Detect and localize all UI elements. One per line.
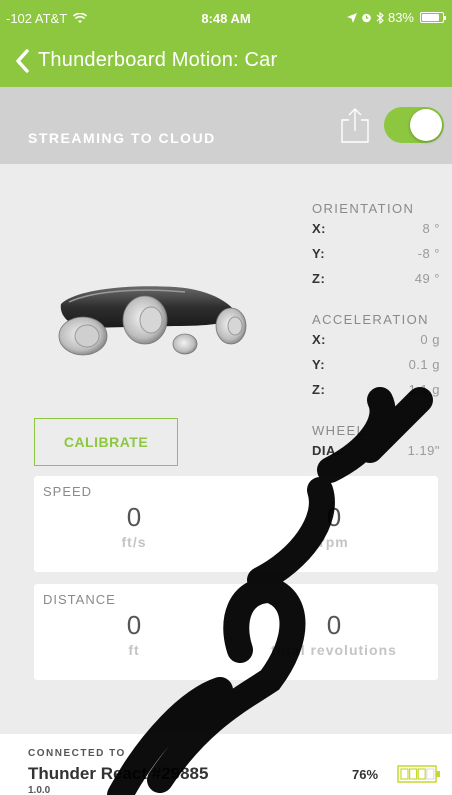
status-right: 83% [346, 10, 446, 25]
device-battery-percent: 76% [352, 767, 379, 782]
acceleration-x-value: 0 g [420, 332, 440, 347]
distance-card: DISTANCE 0 ft 0 total revolutions [34, 584, 438, 680]
orientation-y-row: Y: -8 ° [312, 241, 440, 266]
speed-primary: 0 ft/s [34, 502, 234, 550]
chevron-left-icon[interactable] [12, 47, 32, 75]
acceleration-x-row: X: 0 g [312, 327, 440, 352]
calibrate-button[interactable]: CALIBRATE [34, 418, 178, 466]
speed-value: 0 [126, 502, 142, 532]
acceleration-x-label: X: [312, 332, 326, 347]
distance-value: 0 [126, 610, 142, 640]
battery-cell [409, 768, 418, 780]
car-3d-model [58, 286, 247, 356]
orientation-heading: ORIENTATION [312, 201, 415, 216]
distance-unit: ft [128, 642, 140, 658]
acceleration-y-value: 0.1 g [408, 357, 440, 372]
orientation-y-value: -8 ° [417, 246, 440, 261]
orientation-z-row: Z: 49 ° [312, 266, 440, 291]
rpm-unit: rpm [319, 534, 349, 550]
connection-footer: CONNECTED TO Thunder React #29885 1.0.0 … [0, 734, 452, 795]
nav-bar: Thunderboard Motion: Car [0, 34, 452, 87]
page-title[interactable]: Thunderboard Motion: Car [38, 49, 277, 72]
rpm-value: 0 [326, 502, 342, 532]
revolutions-secondary: 0 total revolutions [234, 610, 434, 658]
alarm-icon [362, 13, 371, 23]
wheel-dia-label: DIA.: [312, 443, 345, 458]
share-icon[interactable] [340, 105, 370, 145]
revolutions-value: 0 [326, 610, 342, 640]
acceleration-z-value: 1.1 g [408, 382, 440, 397]
acceleration-heading: ACCELERATION [312, 312, 429, 327]
orientation-z-value: 49 ° [414, 271, 440, 286]
main-content: ORIENTATION X: 8 ° Y: -8 ° Z: 49 ° ACCEL… [0, 164, 452, 734]
speed-title: SPEED [43, 484, 93, 499]
orientation-x-row: X: 8 ° [312, 216, 440, 241]
battery-icon [420, 12, 446, 23]
rpm-secondary: 0 rpm [234, 502, 434, 550]
wheel-dia-row: DIA.: 1.19" [312, 438, 440, 463]
acceleration-z-label: Z: [312, 382, 326, 397]
status-bar: -102 AT&T 8:48 AM 83% [0, 0, 452, 34]
bluetooth-icon [376, 11, 384, 24]
acceleration-y-label: Y: [312, 357, 326, 372]
revolutions-unit: total revolutions [271, 642, 397, 658]
orientation-x-value: 8 ° [422, 221, 440, 236]
battery-percent-status: 83% [387, 10, 414, 25]
streaming-label: STREAMING TO CLOUD [28, 130, 216, 146]
speed-card: SPEED 0 ft/s 0 rpm [34, 476, 438, 572]
connected-label: CONNECTED TO [28, 748, 126, 759]
distance-title: DISTANCE [43, 592, 116, 607]
battery-cell [426, 768, 435, 780]
toggle-knob[interactable] [410, 109, 442, 141]
orientation-x-label: X: [312, 221, 326, 236]
streaming-bar: STREAMING TO CLOUD [0, 87, 452, 164]
stream-toggle[interactable] [384, 107, 444, 143]
wheel-heading: WHEEL [312, 423, 366, 438]
acceleration-y-row: Y: 0.1 g [312, 352, 440, 377]
device-name: Thunder React #29885 [28, 764, 209, 783]
speed-unit: ft/s [121, 534, 147, 550]
battery-cell [400, 768, 409, 780]
readings-panel: ORIENTATION X: 8 ° Y: -8 ° Z: 49 ° ACCEL… [312, 190, 440, 463]
battery-cell [417, 768, 426, 780]
top-bar: -102 AT&T 8:48 AM 83% Thunderboard Motio… [0, 0, 452, 87]
device-battery-icon [397, 765, 440, 783]
distance-primary: 0 ft [34, 610, 234, 658]
location-icon [346, 12, 357, 23]
orientation-z-label: Z: [312, 271, 326, 286]
acceleration-z-row: Z: 1.1 g [312, 377, 440, 402]
wheel-dia-value: 1.19" [407, 443, 440, 458]
firmware-version: 1.0.0 [28, 785, 51, 795]
orientation-y-label: Y: [312, 246, 326, 261]
